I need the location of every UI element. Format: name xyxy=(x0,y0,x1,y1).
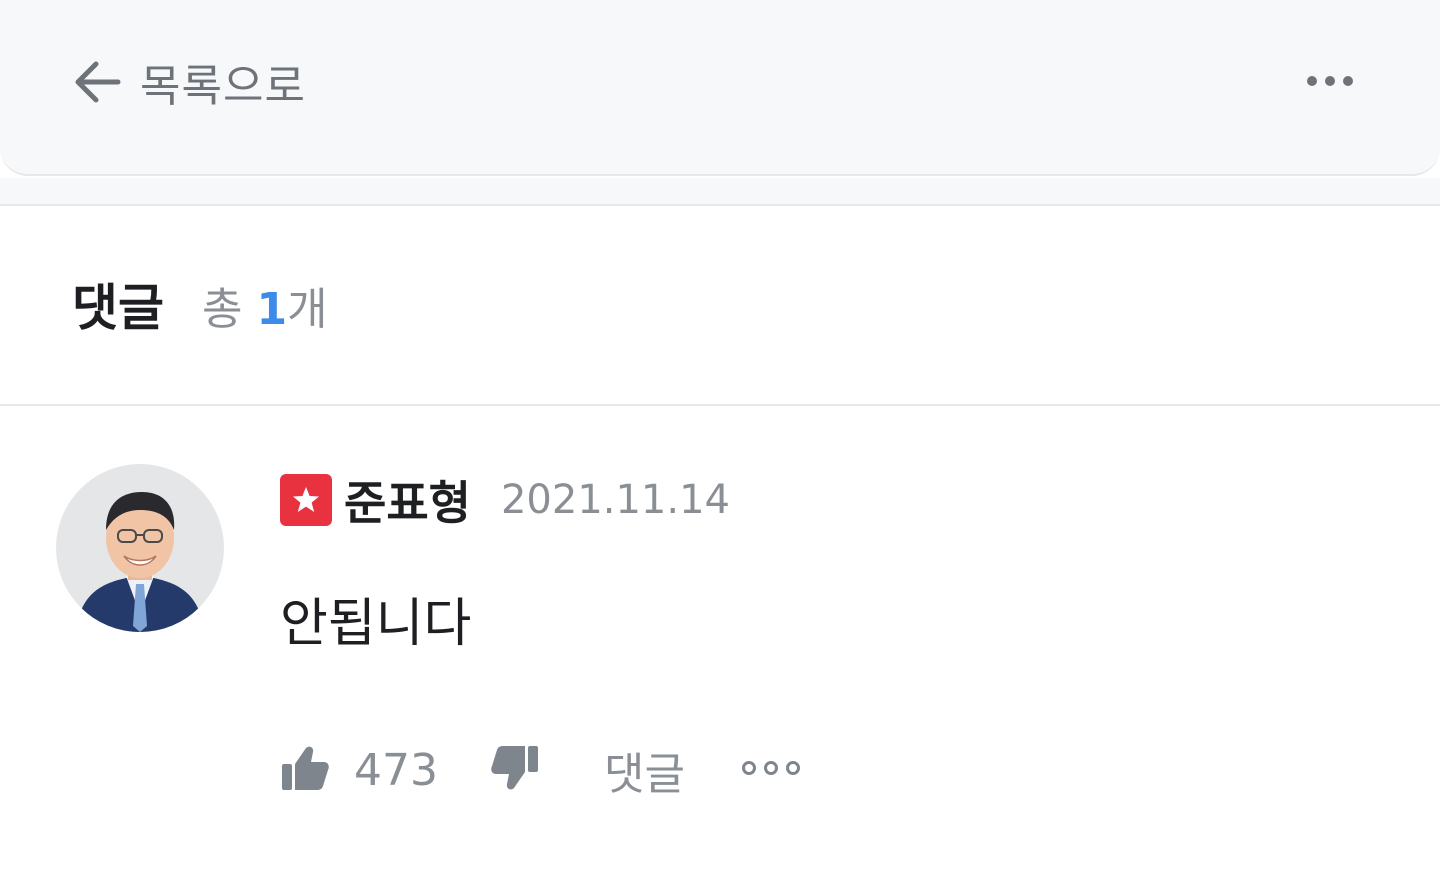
reply-button[interactable]: 댓글 xyxy=(604,738,685,802)
comments-title: 댓글 xyxy=(72,279,164,337)
comments-count: 총 1개 xyxy=(202,284,328,336)
comment-body: 안됩니다 xyxy=(280,594,472,654)
comment-author-row: 준표형 2021.11.14 xyxy=(280,472,730,530)
thumbs-down-icon xyxy=(490,744,540,796)
dislike-button[interactable] xyxy=(490,744,540,796)
thumbs-up-icon xyxy=(280,744,330,796)
comment-item: 준표형 2021.11.14 안됩니다 473 댓글 xyxy=(0,410,1440,869)
comment-more-button[interactable] xyxy=(741,760,801,780)
star-badge-icon xyxy=(280,474,332,526)
like-button[interactable]: 473 xyxy=(280,744,438,796)
comments-header: 댓글 총 1개 xyxy=(0,208,1440,406)
comment-actions: 473 댓글 xyxy=(280,740,801,800)
back-to-list-button[interactable]: 목록으로 xyxy=(70,50,306,114)
comments-count-prefix: 총 xyxy=(202,284,257,335)
arrow-left-icon xyxy=(70,58,122,106)
avatar[interactable] xyxy=(56,464,224,632)
more-horizontal-icon xyxy=(1306,73,1354,92)
more-dots-outline-icon xyxy=(741,760,801,780)
section-divider xyxy=(0,178,1440,206)
comment-author-name[interactable]: 준표형 xyxy=(344,467,471,533)
comment-date: 2021.11.14 xyxy=(500,477,730,523)
comments-count-suffix: 개 xyxy=(287,284,328,335)
top-nav-bar: 목록으로 xyxy=(0,0,1440,176)
more-options-button[interactable] xyxy=(1300,62,1360,102)
comments-count-number: 1 xyxy=(256,284,288,335)
like-count: 473 xyxy=(354,744,438,796)
back-to-list-label: 목록으로 xyxy=(140,61,306,112)
